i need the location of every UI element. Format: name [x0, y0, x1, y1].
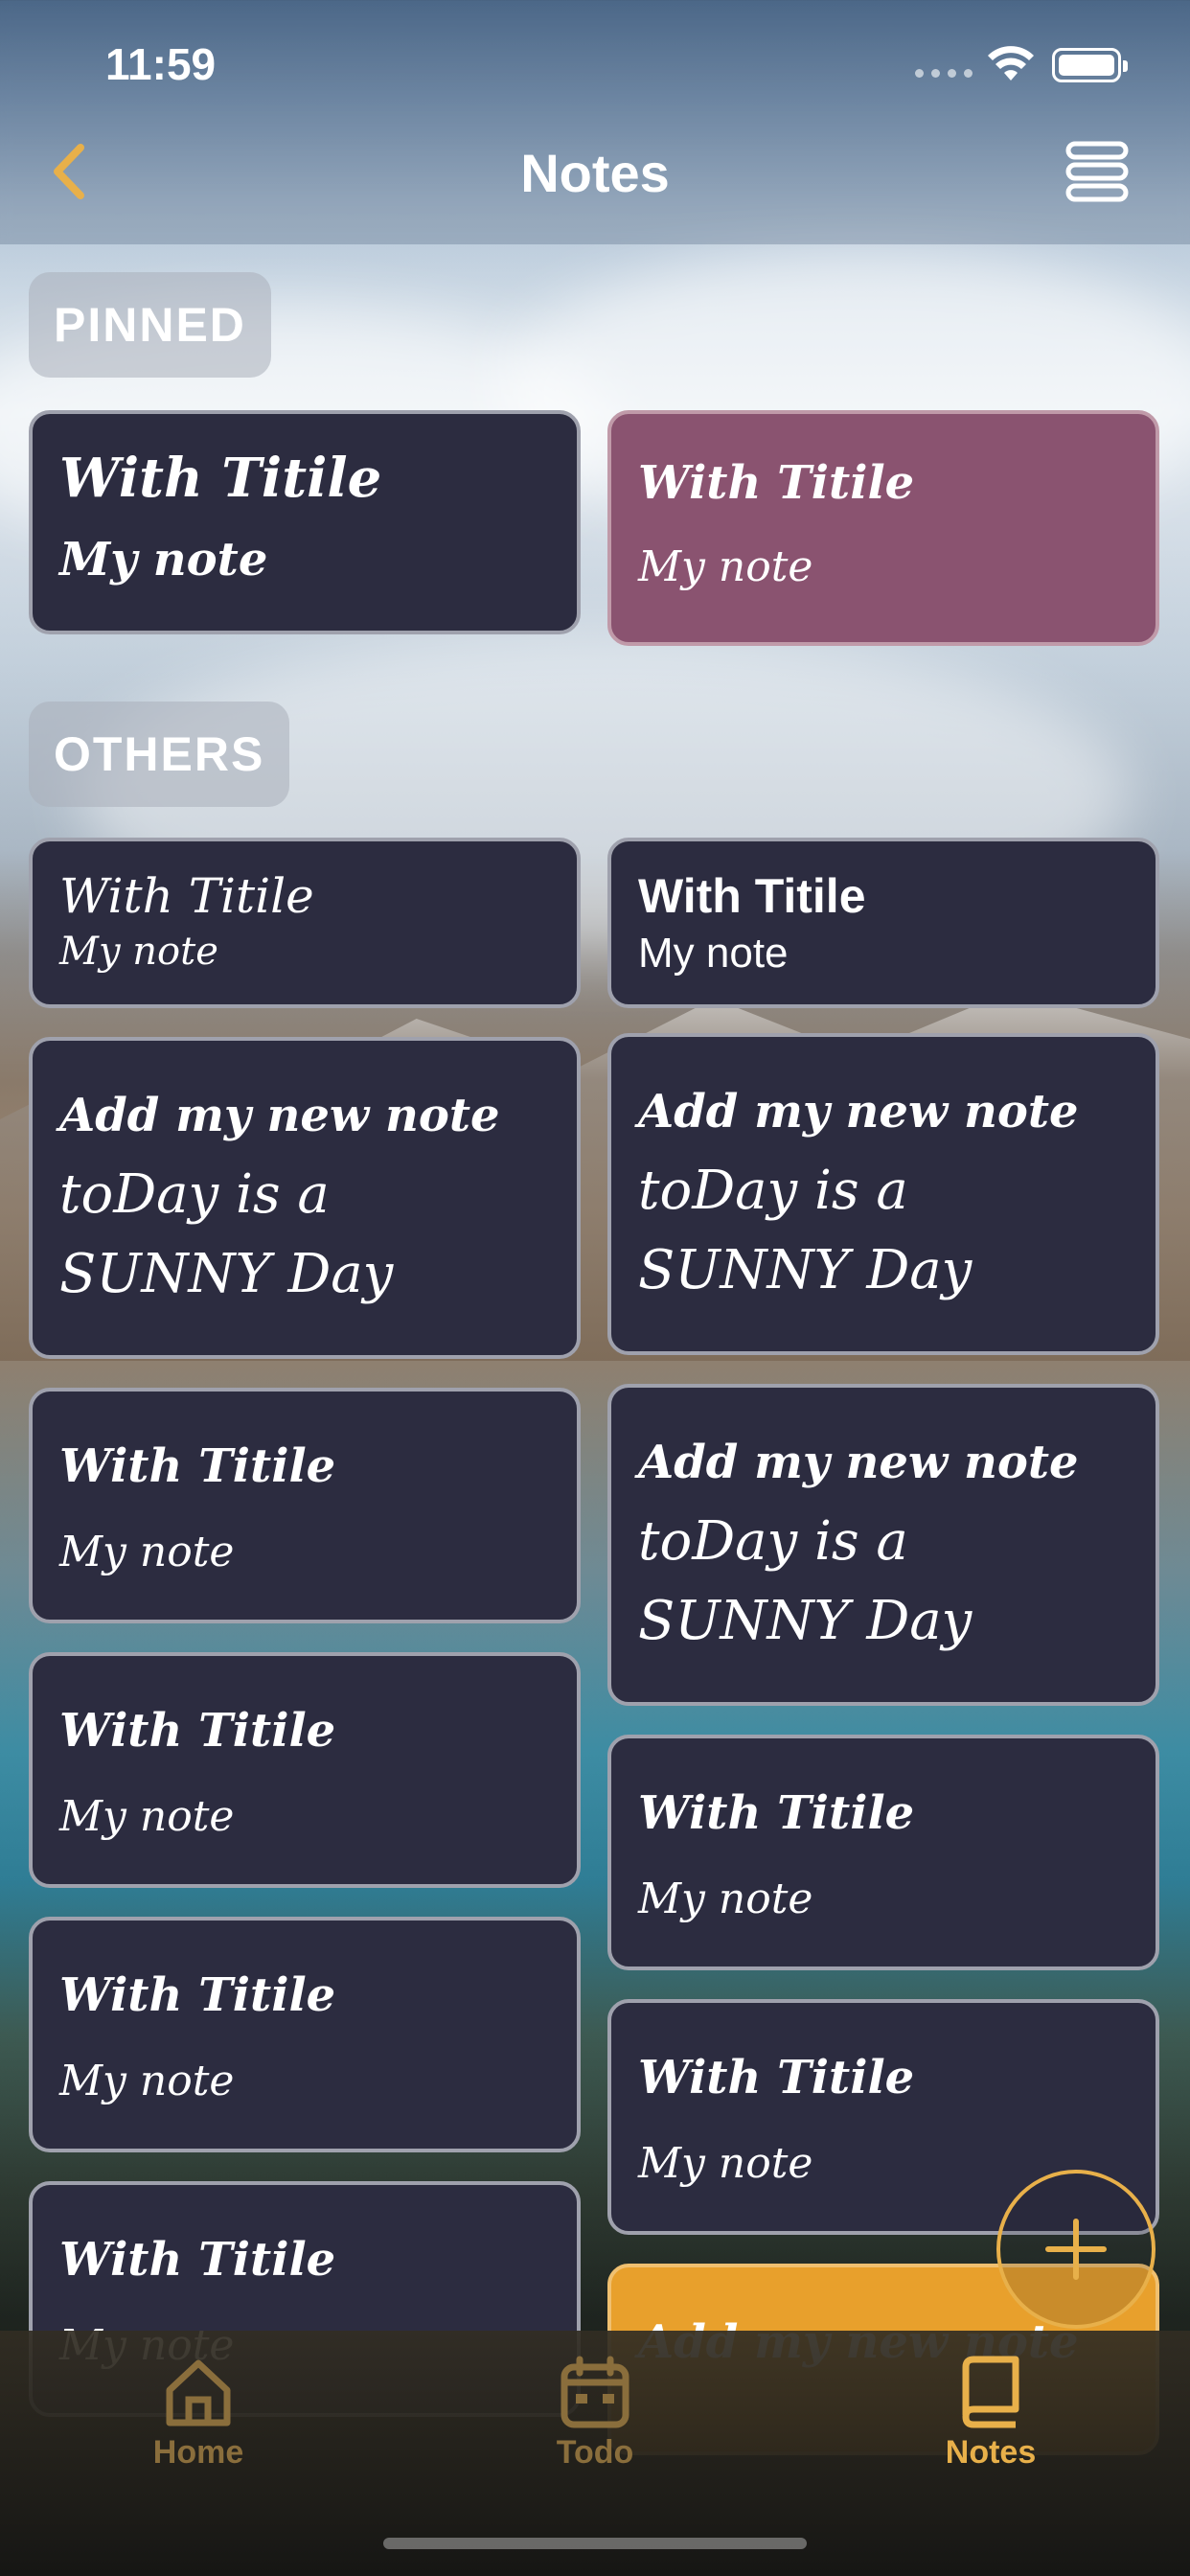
status-bar: 11:59 [0, 0, 1190, 125]
home-icon [166, 2359, 231, 2426]
note-title: With Titile [638, 1786, 915, 1840]
tab-todo[interactable]: Todo [490, 2354, 700, 2472]
battery-icon [1052, 48, 1128, 82]
note-card[interactable]: With Titile My note [29, 838, 581, 1008]
note-title: With Titile [59, 1968, 336, 2022]
note-body: SUNNY Day [638, 1239, 973, 1301]
note-card[interactable]: Add my new note toDay is a SUNNY Day [607, 1033, 1159, 1355]
note-card[interactable]: With Titile My note [29, 1917, 581, 2152]
note-title: With Titile [638, 869, 866, 923]
note-title: With Titile [59, 2233, 336, 2287]
note-title: With Titile [59, 447, 382, 510]
note-title: Add my new note [638, 1436, 1079, 1489]
pinned-note-card[interactable]: With Titile My note [607, 410, 1159, 646]
note-body: My note [59, 2057, 235, 2105]
note-body: My note [638, 542, 813, 591]
note-card[interactable]: Add my new note toDay is a SUNNY Day [29, 1037, 581, 1359]
note-title: Add my new note [59, 1089, 500, 1142]
menu-icon[interactable] [1065, 140, 1129, 203]
tab-notes[interactable]: Notes [885, 2354, 1096, 2472]
plus-icon [1045, 2219, 1107, 2280]
note-card[interactable]: With Titile My note [29, 1388, 581, 1623]
tab-home[interactable]: Home [93, 2354, 304, 2472]
tab-label: Home [152, 2434, 244, 2471]
note-body: toDay is a [638, 1160, 908, 1222]
signal-icon [915, 69, 973, 78]
calendar-icon [561, 2356, 629, 2428]
note-title: With Titile [638, 456, 915, 510]
pinned-note-card[interactable]: With Titile My note [29, 410, 581, 634]
note-title: With Titile [638, 2051, 915, 2104]
tab-label: Todo [556, 2434, 634, 2471]
book-icon [962, 2356, 1019, 2428]
note-title: With Titile [59, 1439, 336, 1493]
note-body: My note [59, 1528, 235, 1576]
note-body: My note [59, 533, 268, 586]
note-title: With Titile [59, 868, 314, 924]
note-card[interactable]: Add my new note toDay is a SUNNY Day [607, 1384, 1159, 1706]
note-card[interactable]: With Titile My note [607, 838, 1159, 1008]
note-body: My note [638, 930, 789, 977]
note-body: My note [59, 930, 218, 974]
wifi-icon [988, 46, 1034, 80]
add-note-button[interactable] [996, 2170, 1156, 2329]
note-body: My note [59, 1792, 235, 1841]
note-body: SUNNY Day [59, 1243, 394, 1305]
home-indicator [383, 2538, 807, 2549]
tab-label: Notes [945, 2434, 1037, 2471]
note-card[interactable]: With Titile My note [29, 1652, 581, 1888]
note-card[interactable]: With Titile My note [607, 1735, 1159, 1970]
section-label-pinned: PINNED [29, 272, 271, 378]
note-body: toDay is a [59, 1163, 330, 1226]
section-label-others: OTHERS [29, 702, 290, 807]
note-title: Add my new note [638, 1085, 1079, 1138]
status-time: 11:59 [105, 39, 217, 89]
page-title: Notes [520, 143, 670, 203]
note-title: With Titile [59, 1704, 336, 1758]
note-body: My note [638, 1874, 813, 1923]
note-body: SUNNY Day [638, 1590, 973, 1652]
note-body: toDay is a [638, 1510, 908, 1573]
